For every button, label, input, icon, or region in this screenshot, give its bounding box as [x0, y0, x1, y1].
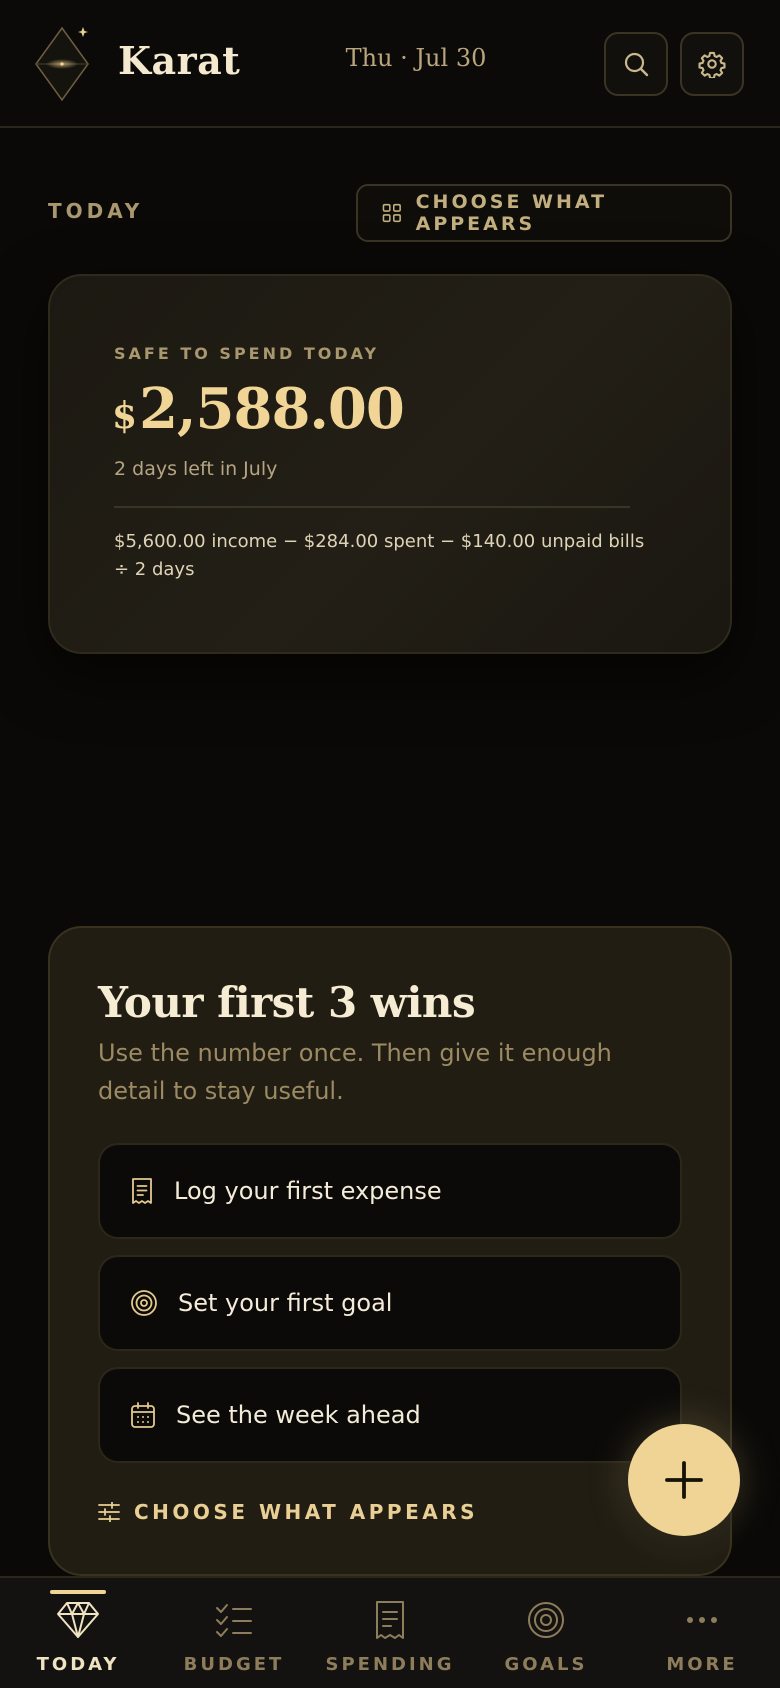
safe-to-spend-card[interactable]: SAFE TO SPEND TODAY $ 2,588.00 2 days le…	[48, 274, 732, 654]
app-brand: Karat	[118, 38, 241, 83]
wins-title: Your first 3 wins	[98, 978, 476, 1027]
wins-subtitle: Use the number once. Then give it enough…	[98, 1039, 612, 1105]
nav-tab-goals[interactable]: GOALS	[468, 1578, 624, 1688]
target-icon	[528, 1602, 564, 1638]
receipt-icon	[376, 1601, 404, 1639]
set-first-goal-label: Set your first goal	[178, 1289, 393, 1317]
grid-icon	[382, 203, 401, 223]
section-label: TODAY	[48, 199, 144, 223]
add-button[interactable]	[628, 1424, 740, 1536]
nav-label-today: TODAY	[36, 1654, 120, 1675]
gear-icon	[698, 51, 726, 78]
safe-to-spend-amount: $ 2,588.00	[112, 376, 405, 442]
active-tab-indicator	[50, 1590, 106, 1594]
nav-label-goals: GOALS	[504, 1654, 588, 1675]
current-date: Thu · Jul 30	[345, 44, 487, 72]
currency-symbol: $	[112, 395, 138, 437]
plus-icon	[665, 1461, 703, 1499]
target-icon	[131, 1290, 157, 1316]
bottom-nav: TODAY BUDGET SPENDING GOALS MORE	[0, 1576, 780, 1688]
nav-tab-more[interactable]: MORE	[624, 1578, 780, 1688]
amount-value: 2,588.00	[139, 376, 405, 442]
log-first-expense-label: Log your first expense	[174, 1177, 442, 1205]
checklist-icon	[216, 1604, 252, 1637]
more-icon	[687, 1617, 717, 1623]
see-week-ahead-label: See the week ahead	[176, 1401, 421, 1429]
nav-tab-spending[interactable]: SPENDING	[312, 1578, 468, 1688]
divider	[114, 506, 630, 508]
search-button[interactable]	[604, 32, 668, 96]
choose-what-appears-link[interactable]: CHOOSE WHAT APPEARS	[98, 1500, 478, 1524]
safe-to-spend-title: SAFE TO SPEND TODAY	[114, 344, 380, 363]
receipt-icon	[132, 1178, 152, 1204]
see-week-ahead-item[interactable]: See the week ahead	[98, 1367, 682, 1463]
nav-label-spending: SPENDING	[325, 1654, 455, 1675]
calendar-icon	[131, 1402, 155, 1428]
set-first-goal-item[interactable]: Set your first goal	[98, 1255, 682, 1351]
log-first-expense-item[interactable]: Log your first expense	[98, 1143, 682, 1239]
settings-button[interactable]	[680, 32, 744, 96]
nav-tab-budget[interactable]: BUDGET	[156, 1578, 312, 1688]
nav-label-more: MORE	[666, 1654, 738, 1675]
choose-what-appears-button[interactable]: CHOOSE WHAT APPEARS	[356, 184, 732, 242]
days-left-text: 2 days left in July	[114, 458, 278, 480]
nav-tab-today[interactable]: TODAY	[0, 1578, 156, 1688]
nav-label-budget: BUDGET	[183, 1654, 285, 1675]
diamond-logo-icon	[35, 26, 89, 102]
search-icon	[624, 52, 649, 77]
choose-what-appears-link-label: CHOOSE WHAT APPEARS	[134, 1500, 479, 1524]
app-header: Karat Thu · Jul 30	[0, 0, 780, 128]
choose-what-appears-label: CHOOSE WHAT APPEARS	[415, 191, 608, 235]
diamond-icon	[57, 1602, 99, 1638]
calculation-formula: $5,600.00 income − $284.00 spent − $140.…	[114, 531, 645, 580]
sliders-icon	[98, 1502, 120, 1522]
